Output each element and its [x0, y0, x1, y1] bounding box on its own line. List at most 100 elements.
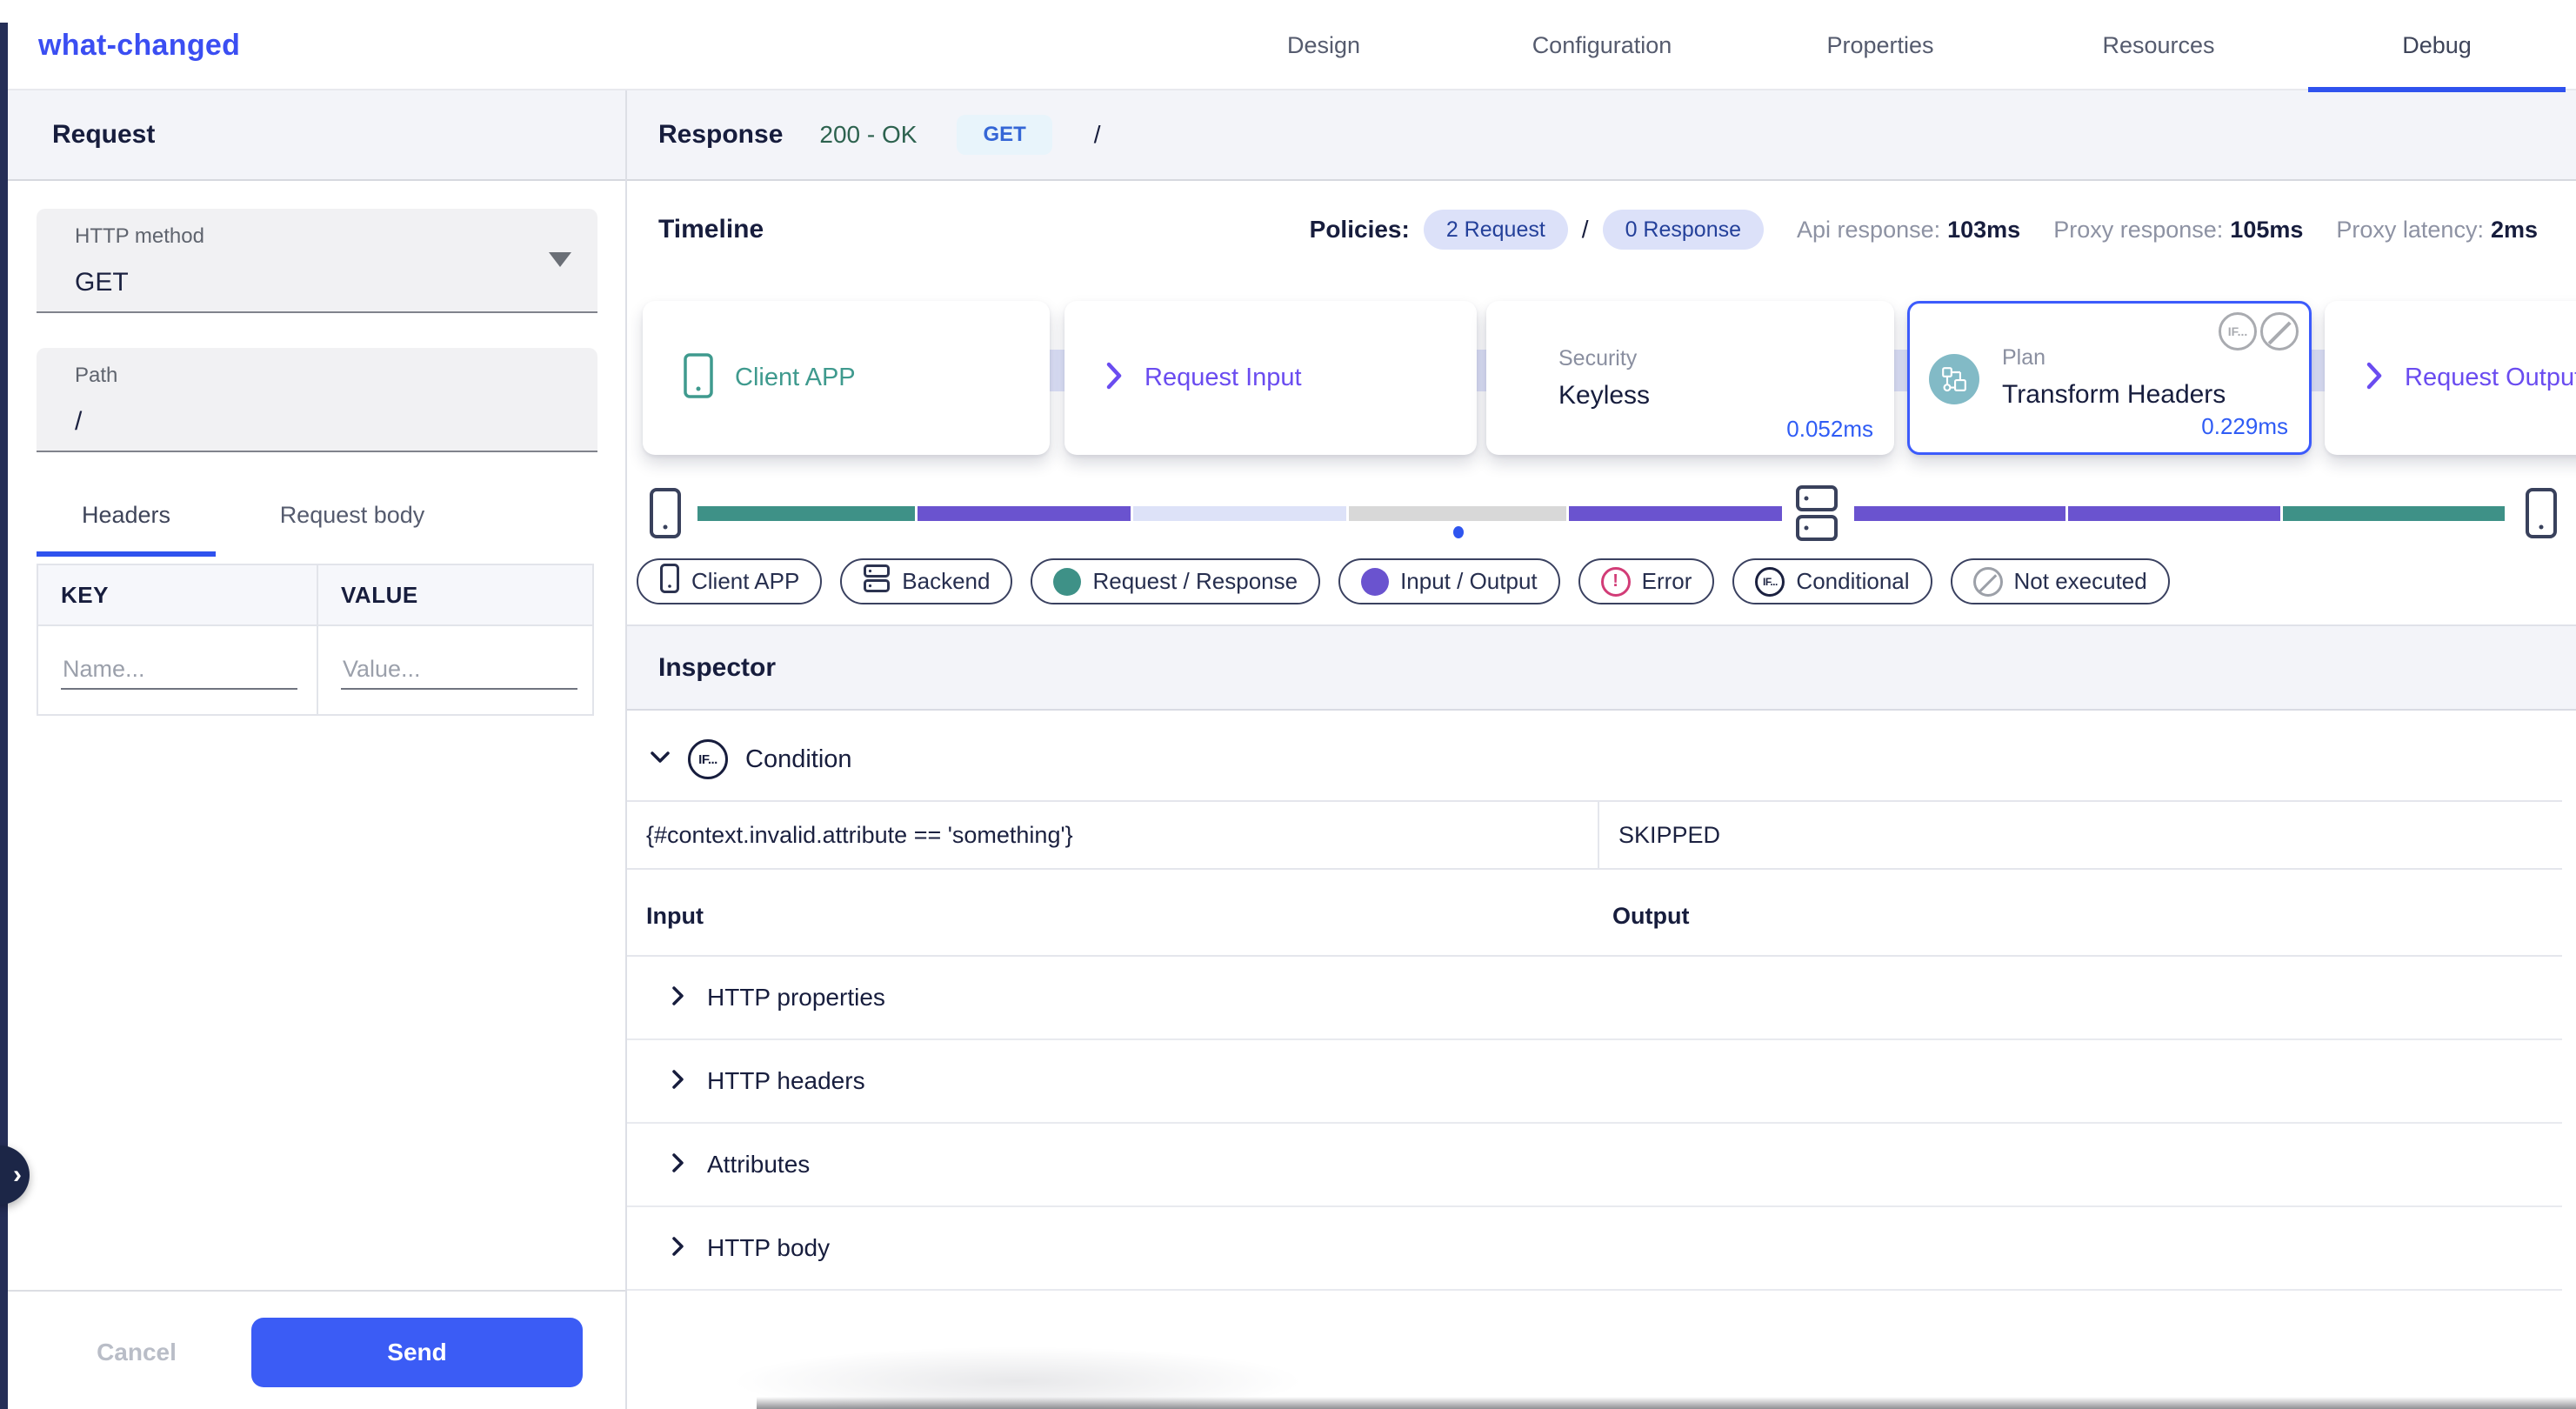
section-attributes[interactable]: Attributes: [627, 1124, 2562, 1207]
section-http-body[interactable]: HTTP body: [627, 1207, 2562, 1291]
server-icon: [863, 564, 891, 599]
http-method-select[interactable]: HTTP method GET: [37, 209, 597, 313]
timeline-title: Timeline: [658, 215, 764, 244]
smartphone-icon: [659, 563, 680, 600]
chevron-right-icon: [671, 985, 684, 1011]
response-panel: Response 200 - OK GET / Timeline Policie…: [625, 90, 2576, 1409]
bottom-window-edge: [757, 1397, 2576, 1409]
request-panel-title: Request: [8, 90, 625, 181]
response-title: Response: [658, 120, 783, 150]
policy-category: Plan: [2002, 345, 2045, 371]
bar-segment-input-output[interactable]: [2068, 506, 2280, 521]
client-app-label: Client APP: [735, 364, 856, 392]
chevron-right-icon: [671, 1152, 684, 1178]
error-icon: !: [1601, 567, 1631, 597]
page-title: what-changed: [38, 0, 240, 90]
bar-segment-input-output[interactable]: [1854, 506, 2065, 521]
smartphone-icon: [683, 352, 714, 404]
cancel-button[interactable]: Cancel: [76, 1325, 197, 1380]
chevron-right-icon: [671, 1236, 684, 1261]
nav-tabs: Design Configuration Properties Resource…: [1185, 0, 2576, 90]
header-name-input[interactable]: [61, 651, 297, 690]
path-label: Path: [75, 364, 117, 388]
headers-table-row: [38, 626, 592, 714]
client-endpoint-icon: [648, 486, 683, 544]
not-executed-icon: [1973, 567, 2003, 597]
input-output-header: Input Output: [627, 887, 2562, 957]
policy-name: Transform Headers: [2002, 380, 2226, 410]
condition-expander[interactable]: IF... Condition: [650, 733, 852, 785]
tab-debug[interactable]: Debug: [2298, 0, 2576, 90]
send-button[interactable]: Send: [251, 1318, 583, 1387]
request-subtabs: Headers Request body: [37, 473, 452, 557]
legend-input-output: Input / Output: [1338, 558, 1560, 604]
value-column-header: VALUE: [318, 565, 592, 624]
policy-duration: 0.229ms: [2201, 413, 2288, 440]
conditional-icon: IF...: [688, 739, 728, 779]
timeline-bar: [627, 484, 2576, 542]
not-executed-icon: [2260, 312, 2299, 351]
tab-configuration[interactable]: Configuration: [1463, 0, 1741, 90]
response-policies-badge: 0 Response: [1603, 210, 1764, 250]
legend-conditional: IF... Conditional: [1732, 558, 1932, 604]
policies-label: Policies:: [1310, 216, 1410, 244]
chevron-down-icon: [650, 751, 671, 768]
conditional-icon: IF...: [2219, 312, 2257, 351]
top-bar: what-changed Design Configuration Proper…: [0, 0, 2576, 90]
section-http-headers[interactable]: HTTP headers: [627, 1040, 2562, 1124]
headers-table: KEY VALUE: [37, 564, 594, 716]
bar-segment-not-executed[interactable]: [1349, 506, 1566, 521]
security-keyless-card[interactable]: Security Keyless 0.052ms: [1486, 301, 1894, 455]
conditional-icon: IF...: [1755, 567, 1785, 597]
input-column-label: Input: [646, 903, 704, 930]
request-policies-badge: 2 Request: [1424, 210, 1568, 250]
legend-client-app: Client APP: [637, 558, 822, 604]
path-value: /: [75, 407, 82, 437]
header-value-input[interactable]: [341, 651, 577, 690]
request-input-card[interactable]: Request Input: [1064, 301, 1477, 455]
condition-expression: {#context.invalid.attribute == 'somethin…: [627, 802, 1598, 868]
tab-request-body[interactable]: Request body: [252, 473, 452, 557]
selected-step-indicator: [1453, 526, 1464, 538]
legend-request-response: Request / Response: [1031, 558, 1320, 604]
tab-headers[interactable]: Headers: [37, 473, 216, 557]
timeline-metrics: Policies: 2 Request / 0 Response Api res…: [1310, 203, 2538, 257]
tab-resources[interactable]: Resources: [2019, 0, 2298, 90]
response-method-badge: GET: [957, 115, 1051, 155]
response-status: 200 - OK: [819, 121, 917, 149]
key-column-header: KEY: [38, 565, 318, 624]
path-input[interactable]: Path /: [37, 348, 597, 452]
condition-table: {#context.invalid.attribute == 'somethin…: [627, 800, 2562, 870]
chevron-right-icon: [671, 1069, 684, 1094]
policy-category: Security: [1558, 346, 1637, 371]
legend-error: ! Error: [1578, 558, 1715, 604]
headers-table-header: KEY VALUE: [38, 565, 592, 626]
tab-design[interactable]: Design: [1185, 0, 1463, 90]
http-method-label: HTTP method: [75, 224, 204, 249]
timeline-header: Timeline Policies: 2 Request / 0 Respons…: [627, 203, 2576, 257]
client-app-card[interactable]: Client APP: [643, 301, 1050, 455]
timeline-legend: Client APP Backend Request / Response In…: [637, 558, 2576, 604]
purple-dot-icon: [1361, 568, 1389, 596]
chevron-right-icon: [1104, 361, 1124, 395]
bar-segment-input-output[interactable]: [918, 506, 1131, 521]
bar-segment-input-output[interactable]: [1569, 506, 1782, 521]
bar-segment-request-response[interactable]: [697, 506, 915, 521]
bar-segment-request-response[interactable]: [2283, 506, 2505, 521]
tab-properties[interactable]: Properties: [1741, 0, 2019, 90]
request-input-label: Request Input: [1145, 364, 1302, 392]
request-output-card[interactable]: Request Output: [2325, 301, 2576, 455]
debug-page: what-changed Design Configuration Proper…: [0, 0, 2576, 1409]
chevron-right-icon: [2365, 361, 2384, 395]
plan-transform-headers-card-selected[interactable]: IF... Plan Transform Headers 0.229ms: [1907, 301, 2312, 455]
transform-headers-policy-icon: [1929, 354, 1979, 404]
timeline-cards: Client APP Request Input Security Keyles…: [627, 301, 2576, 455]
bar-segment-skipped-light[interactable]: [1133, 506, 1346, 521]
policies-separator: /: [1582, 216, 1589, 244]
backend-endpoint-icon: [1795, 484, 1839, 546]
request-output-label: Request Output: [2405, 364, 2576, 392]
section-http-properties[interactable]: HTTP properties: [627, 957, 2562, 1040]
http-method-value: GET: [75, 268, 129, 297]
legend-not-executed: Not executed: [1951, 558, 2170, 604]
legend-backend: Backend: [840, 558, 1012, 604]
